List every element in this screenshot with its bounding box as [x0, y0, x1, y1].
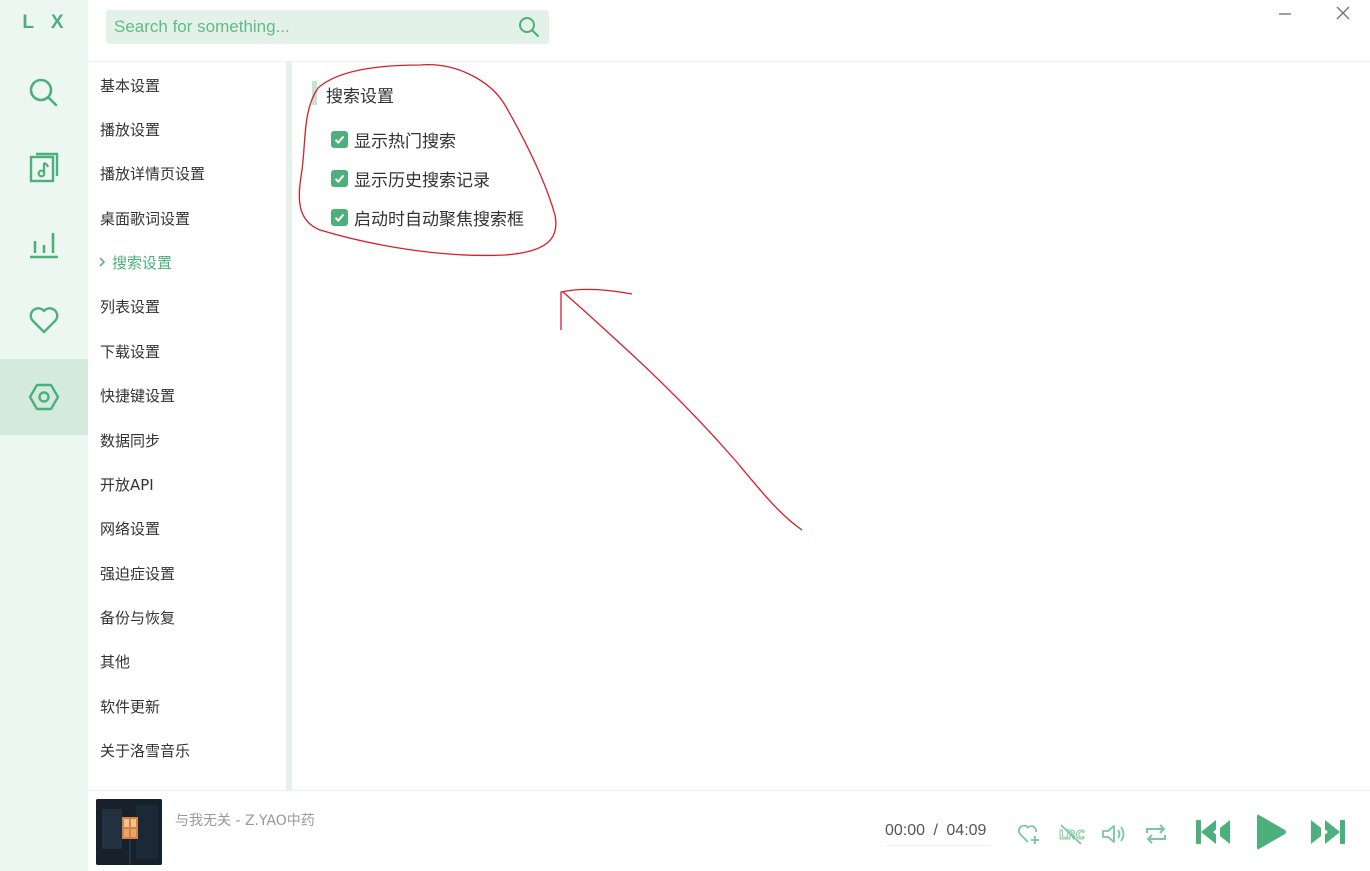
nav-item-basic[interactable]: 基本设置	[100, 75, 160, 96]
desktop-lyric-button[interactable]: LRC	[1056, 819, 1086, 849]
volume-button[interactable]	[1098, 819, 1130, 849]
option-show-hot-search[interactable]: 显示热门搜索	[331, 127, 456, 152]
checkbox-checked[interactable]	[331, 170, 348, 187]
rail-favorites[interactable]	[0, 282, 88, 358]
current-time: 00:00	[885, 822, 926, 839]
nav-item-playback[interactable]: 播放设置	[100, 119, 160, 140]
option-label: 启动时自动聚焦搜索框	[354, 210, 524, 230]
check-icon	[334, 213, 345, 222]
nav-item-sync[interactable]: 数据同步	[100, 430, 160, 451]
rail-leaderboard[interactable]	[0, 206, 88, 282]
duration: 04:09	[946, 822, 987, 839]
annotation-arrow-shaft	[562, 291, 803, 531]
album-cover[interactable]	[96, 799, 162, 865]
minimize-icon	[1279, 13, 1291, 15]
progress-underline[interactable]	[885, 845, 989, 846]
heart-icon	[29, 307, 59, 334]
player-bar: 与我无关 - Z.YAO中药 00:00 / 04:09 LRC	[88, 790, 1370, 871]
skip-previous-icon	[1196, 820, 1230, 844]
nav-item-play-detail[interactable]: 播放详情页设置	[100, 163, 205, 184]
bar-chart-icon	[30, 233, 58, 259]
next-button[interactable]	[1308, 813, 1348, 851]
search-bar	[106, 10, 549, 44]
time-display: 00:00 / 04:09	[885, 822, 986, 840]
nav-item-download[interactable]: 下载设置	[100, 341, 160, 362]
settings-hexagon-icon	[28, 383, 60, 411]
option-label: 显示历史搜索记录	[354, 171, 490, 191]
option-label: 显示热门搜索	[354, 132, 456, 152]
play-button[interactable]	[1250, 811, 1290, 853]
nav-item-open-api[interactable]: 开放API	[100, 474, 154, 495]
app-logo: L X	[22, 12, 70, 33]
check-icon	[334, 174, 345, 183]
rail-search[interactable]	[0, 55, 88, 131]
nav-item-network[interactable]: 网络设置	[100, 518, 160, 539]
search-icon	[29, 78, 58, 107]
album-art-image	[96, 799, 162, 865]
close-icon	[1336, 6, 1350, 20]
nav-item-desktop-lyric[interactable]: 桌面歌词设置	[100, 208, 190, 229]
nav-item-other[interactable]: 其他	[100, 651, 130, 672]
search-input[interactable]	[114, 17, 517, 37]
play-icon	[1257, 814, 1286, 850]
option-show-search-history[interactable]: 显示历史搜索记录	[331, 166, 490, 191]
heart-add-icon	[1017, 824, 1039, 844]
option-autofocus-search[interactable]: 启动时自动聚焦搜索框	[331, 205, 524, 230]
section-accent-bar	[312, 81, 317, 105]
music-list-icon	[29, 152, 59, 183]
nav-item-hotkey[interactable]: 快捷键设置	[100, 385, 175, 406]
annotation-arrowhead	[560, 288, 633, 330]
nav-item-update[interactable]: 软件更新	[100, 696, 160, 717]
checkbox-checked[interactable]	[331, 131, 348, 148]
chevron-right-icon	[99, 257, 106, 267]
skip-next-icon	[1311, 820, 1345, 844]
play-mode-button[interactable]	[1141, 819, 1171, 849]
side-rail: L X	[0, 0, 88, 871]
minimize-button[interactable]	[1272, 2, 1298, 24]
search-button[interactable]	[517, 15, 541, 39]
rail-songlist[interactable]	[0, 130, 88, 206]
nav-item-list[interactable]: 列表设置	[100, 296, 160, 317]
nav-scrollbar[interactable]	[286, 62, 292, 790]
settings-nav: 基本设置 播放设置 播放详情页设置 桌面歌词设置 搜索设置 列表设置 下载设置 …	[88, 62, 286, 790]
search-icon	[519, 17, 539, 37]
song-title: 与我无关 - Z.YAO中药	[175, 813, 315, 829]
close-button[interactable]	[1330, 2, 1356, 24]
rail-settings[interactable]	[0, 359, 88, 435]
volume-icon	[1102, 825, 1125, 843]
add-to-favorites-button[interactable]	[1014, 819, 1044, 849]
nav-item-search-label: 搜索设置	[112, 254, 173, 272]
nav-item-about[interactable]: 关于洛雪音乐	[100, 740, 190, 761]
nav-item-search[interactable]: 搜索设置	[99, 252, 173, 273]
repeat-icon	[1146, 824, 1166, 844]
checkbox-checked[interactable]	[331, 209, 348, 226]
previous-button[interactable]	[1193, 813, 1233, 851]
lrc-off-icon: LRC	[1059, 824, 1085, 845]
nav-item-backup[interactable]: 备份与恢复	[100, 607, 175, 628]
nav-item-ocd[interactable]: 强迫症设置	[100, 563, 175, 584]
check-icon	[334, 135, 345, 144]
section-title: 搜索设置	[326, 87, 394, 107]
time-separator: /	[933, 822, 938, 839]
